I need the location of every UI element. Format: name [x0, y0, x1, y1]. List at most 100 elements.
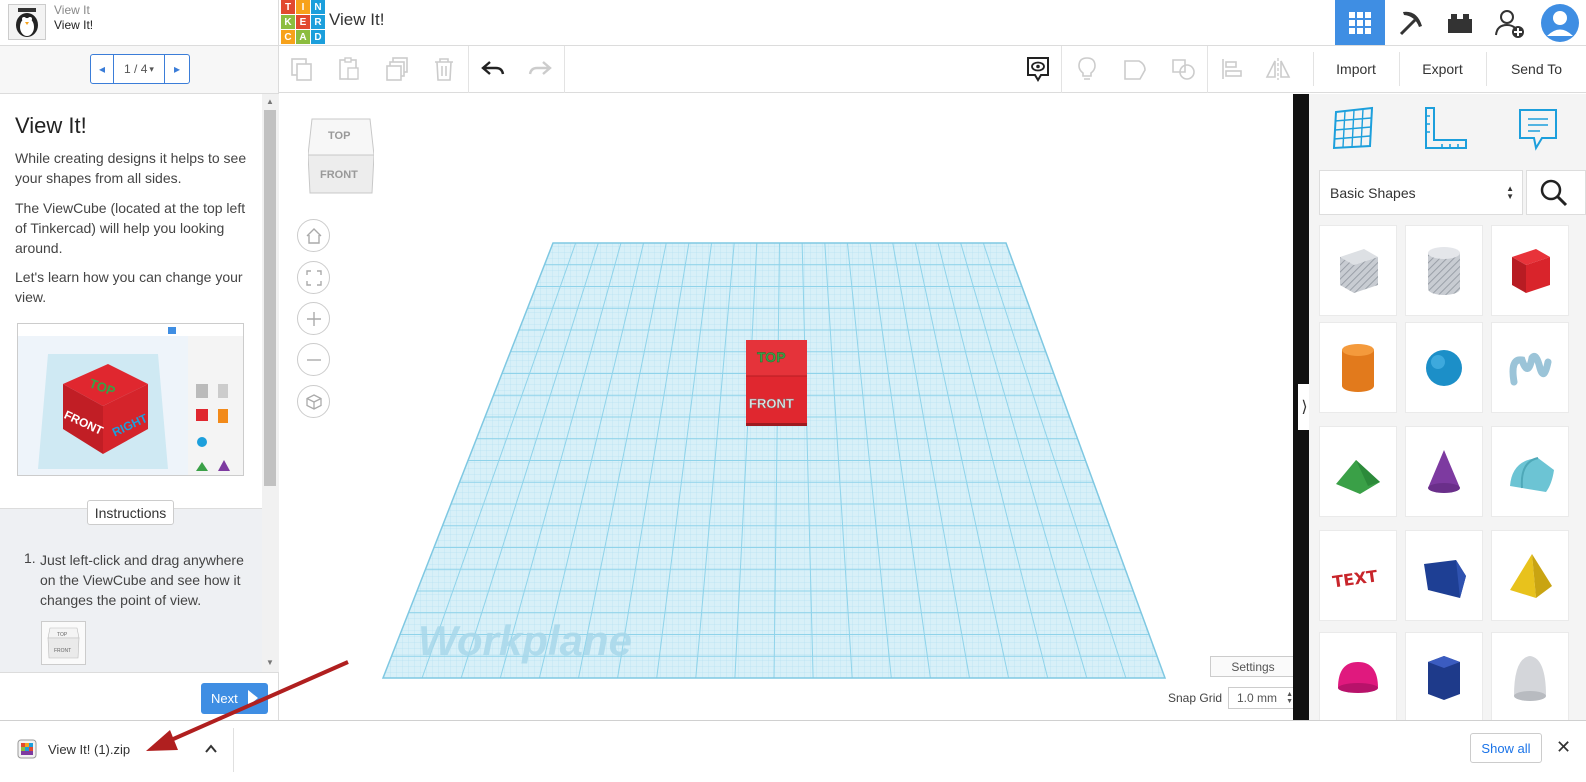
- fit-view-button[interactable]: [297, 261, 330, 294]
- download-file-name[interactable]: View It! (1).zip: [48, 742, 130, 757]
- svg-text:TEXT: TEXT: [1331, 566, 1378, 591]
- lesson-pager-bar: ◂ 1 / 4 ▾ ▸: [0, 46, 279, 94]
- toolbar-separator: [1061, 46, 1062, 93]
- logo-letter: E: [296, 15, 310, 29]
- snap-grid-select[interactable]: 1.0 mm ▲ ▼: [1228, 687, 1298, 709]
- ungroup-button[interactable]: [1166, 52, 1200, 86]
- light-button[interactable]: [1070, 52, 1104, 86]
- shape-scribble[interactable]: [1491, 322, 1569, 413]
- step-number: 1.: [24, 550, 36, 566]
- paste-icon: [339, 57, 359, 80]
- shape-polygon[interactable]: [1405, 632, 1483, 723]
- shape-paraboloid[interactable]: [1491, 632, 1569, 723]
- user-avatar-button[interactable]: [1535, 0, 1585, 45]
- settings-label: Settings: [1231, 659, 1275, 674]
- paste-button[interactable]: [332, 52, 366, 86]
- workplane-settings-button[interactable]: Settings: [1210, 656, 1296, 677]
- step-text: Just left-click and drag anywhere on the…: [40, 552, 244, 608]
- shape-round-roof[interactable]: [1491, 426, 1569, 517]
- pager-prev-button[interactable]: ◂: [90, 54, 114, 84]
- lesson-paragraph: Let's learn how you can change your view…: [15, 269, 243, 305]
- minecraft-view-button[interactable]: [1385, 0, 1435, 45]
- shape-category-select[interactable]: Basic Shapes ▲ ▼: [1319, 170, 1523, 215]
- export-button[interactable]: Export: [1399, 52, 1485, 86]
- group-button[interactable]: [1118, 52, 1152, 86]
- search-icon: [1540, 179, 1568, 207]
- ruler-tool-button[interactable]: [1422, 104, 1470, 152]
- pager-select[interactable]: 1 / 4 ▾: [113, 54, 165, 84]
- ungroup-icon: [1172, 59, 1195, 80]
- lesson-name: View It: [54, 3, 90, 17]
- duplicate-button[interactable]: [380, 52, 414, 86]
- snap-grid-label: Snap Grid: [1168, 691, 1223, 705]
- undo-button[interactable]: [476, 52, 510, 86]
- zoom-in-button[interactable]: [297, 302, 330, 335]
- shape-pyramid[interactable]: [1491, 530, 1569, 621]
- mirror-button[interactable]: [1261, 52, 1295, 86]
- design-canvas[interactable]: Workplane TOP FRONT: [279, 94, 1293, 720]
- workplane[interactable]: Workplane TOP FRONT: [279, 94, 1293, 720]
- group-icon: [1124, 60, 1146, 80]
- shape-wedge[interactable]: [1405, 530, 1483, 621]
- viewcube[interactable]: TOP FRONT: [307, 117, 375, 194]
- add-user-button[interactable]: [1485, 0, 1535, 45]
- send-to-button[interactable]: Send To: [1486, 52, 1586, 86]
- stepper-icon: ▲ ▼: [1286, 691, 1293, 705]
- import-label: Import: [1336, 61, 1376, 77]
- scroll-up-icon[interactable]: ▲: [266, 97, 274, 106]
- duplicate-icon: [386, 57, 408, 81]
- workplane-tool-button[interactable]: [1330, 104, 1378, 152]
- redo-button[interactable]: [523, 52, 557, 86]
- home-view-button[interactable]: [297, 219, 330, 252]
- scroll-down-icon[interactable]: ▼: [266, 658, 274, 667]
- pager-next-button[interactable]: ▸: [164, 54, 190, 84]
- toolbar-separator: [564, 46, 565, 93]
- notes-visibility-button[interactable]: [1021, 52, 1055, 86]
- copy-button[interactable]: [285, 52, 319, 86]
- chevron-up-icon[interactable]: [204, 742, 218, 759]
- perspective-button[interactable]: [297, 385, 330, 418]
- red-box-shape[interactable]: TOP FRONT: [746, 340, 807, 426]
- lesson-scroll-thumb[interactable]: [264, 110, 276, 486]
- show-all-button[interactable]: Show all: [1470, 733, 1542, 763]
- zoom-out-button[interactable]: [297, 343, 330, 376]
- shape-half-sphere[interactable]: [1319, 632, 1397, 723]
- lesson-paragraph: The ViewCube (located at the top left of…: [15, 200, 246, 256]
- lesson-title: View It!: [54, 18, 94, 32]
- logo-letter: A: [296, 30, 310, 44]
- close-icon[interactable]: ✕: [1556, 737, 1571, 758]
- downloads-separator: [233, 728, 234, 772]
- shape-cylinder-striped[interactable]: [1405, 225, 1483, 316]
- lesson-heading: View It!: [15, 113, 87, 138]
- mini-viewcube-image: TOP FRONT: [41, 621, 86, 665]
- logo-letter: N: [311, 0, 325, 14]
- snap-grid-value: 1.0 mm: [1237, 691, 1278, 705]
- lesson-avatar: [8, 4, 46, 40]
- delete-button[interactable]: [427, 52, 461, 86]
- lesson-paragraph: While creating designs it helps to see y…: [15, 150, 247, 186]
- viewcube-front-label: FRONT: [320, 169, 358, 181]
- shape-search-button[interactable]: [1526, 170, 1586, 215]
- shape-box-striped[interactable]: [1319, 225, 1397, 316]
- next-label: Next: [211, 691, 238, 706]
- grid-view-button[interactable]: [1335, 0, 1385, 45]
- logo-letter: I: [296, 0, 310, 14]
- viewcube-top-label: TOP: [328, 130, 350, 142]
- shape-roof[interactable]: [1319, 426, 1397, 517]
- downloads-bar: [0, 720, 1586, 782]
- pickaxe-icon: [1399, 11, 1422, 35]
- import-button[interactable]: Import: [1313, 52, 1398, 86]
- align-button[interactable]: [1215, 52, 1249, 86]
- tinkercad-logo[interactable]: T I N K E R C A D: [281, 0, 325, 44]
- shape-cylinder[interactable]: [1319, 322, 1397, 413]
- note-icon: [1519, 109, 1557, 151]
- shape-box[interactable]: [1491, 225, 1569, 316]
- shape-cone[interactable]: [1405, 426, 1483, 517]
- eye-bubble-icon: [1027, 57, 1049, 82]
- notes-tool-button[interactable]: [1514, 104, 1562, 152]
- design-title[interactable]: View It!: [329, 10, 384, 30]
- shape-sphere[interactable]: [1405, 322, 1483, 413]
- lego-view-button[interactable]: [1435, 0, 1485, 45]
- shape-text[interactable]: TEXT: [1319, 530, 1397, 621]
- logo-letter: D: [311, 30, 325, 44]
